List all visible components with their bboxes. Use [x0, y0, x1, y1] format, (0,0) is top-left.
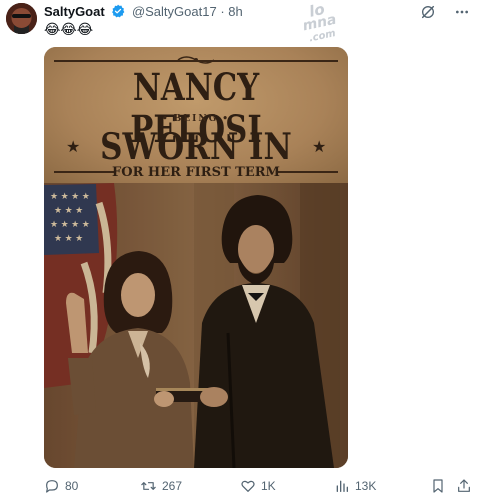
bookmark-button[interactable] [430, 478, 446, 494]
views-count: 13K [355, 479, 377, 493]
tweet-text: 😂😂😂 [44, 21, 94, 37]
tweet-header: SaltyGoat @SaltyGoat17 · 8h [44, 4, 243, 20]
repost-count: 267 [162, 479, 183, 493]
avatar-image [6, 3, 37, 34]
bookmark-icon [433, 479, 443, 493]
timestamp[interactable]: 8h [228, 4, 242, 19]
grok-icon[interactable] [420, 4, 436, 20]
more-options-icon[interactable] [454, 4, 470, 20]
poster-subline: FOR HER FIRST TERM [112, 165, 280, 180]
verified-badge-icon [112, 4, 125, 18]
poster-headline-sworn: SWORN IN [100, 126, 292, 168]
reply-button[interactable]: 80 [44, 478, 78, 494]
tweet-media-image[interactable]: NANCY PELOSI BEING ★ ★ SWORN IN FOR HER … [44, 47, 348, 468]
heart-icon [241, 480, 255, 492]
tweet-top-actions [420, 4, 470, 20]
poster-scene-illustration: ★ ★ ★ ★★ ★ ★ ★ ★ ★ ★★ ★ ★ [44, 183, 348, 468]
views-chart-icon [336, 480, 348, 492]
share-icon [458, 479, 470, 492]
poster-connector: BEING [44, 114, 348, 124]
views-button[interactable]: 13K [334, 478, 376, 494]
reply-count: 80 [65, 479, 79, 493]
separator: · [220, 4, 225, 19]
like-button[interactable]: 1K [240, 478, 276, 494]
share-button[interactable] [456, 478, 472, 494]
avatar[interactable] [6, 3, 37, 34]
watermark: lo mna .com [301, 0, 338, 45]
display-name[interactable]: SaltyGoat [44, 4, 105, 19]
tweet-action-bar: 80 267 1K 13K [0, 472, 488, 500]
repost-button[interactable]: 267 [140, 478, 182, 494]
handle[interactable]: @SaltyGoat17 [132, 4, 217, 19]
repost-icon [141, 482, 156, 490]
reply-icon [46, 480, 58, 493]
like-count: 1K [261, 479, 276, 493]
